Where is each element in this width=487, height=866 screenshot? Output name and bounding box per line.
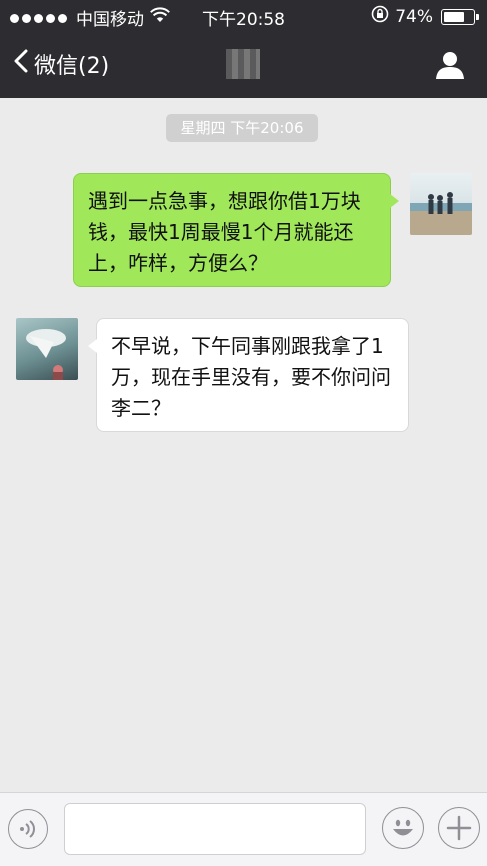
back-button[interactable]: 微信(2): [14, 48, 109, 80]
back-label: 微信(2): [34, 54, 110, 79]
message-input[interactable]: [64, 803, 366, 855]
outgoing-message[interactable]: 遇到一点急事，想跟你借1万块钱，最快1周最慢1个月就能还上，咋样，方便么？: [73, 173, 399, 287]
battery-percent: 74%: [395, 6, 433, 27]
contact-profile-button[interactable]: [435, 50, 465, 84]
contact-avatar[interactable]: [16, 318, 78, 380]
voice-icon: [20, 820, 35, 838]
status-right: 74%: [371, 5, 479, 28]
battery-icon: [441, 8, 479, 25]
status-bar: 中国移动 下午20:58 74%: [0, 0, 487, 34]
voice-button[interactable]: [8, 809, 48, 849]
incoming-message[interactable]: 不早说，下午同事刚跟我拿了1万，现在手里没有，要不你问问李二？: [88, 318, 409, 432]
top-bar: 中国移动 下午20:58 74% 微信(2): [0, 0, 487, 98]
emoji-icon: [393, 819, 413, 836]
contact-name-pixelated: [226, 49, 260, 79]
nav-bar: 微信(2): [0, 34, 487, 98]
my-avatar[interactable]: [410, 173, 472, 235]
chevron-left-icon: [14, 49, 34, 79]
person-icon: [436, 52, 464, 79]
chat-timestamp: 星期四 下午20:06: [166, 114, 318, 142]
emoji-button[interactable]: [382, 807, 424, 849]
input-bar: [0, 792, 487, 866]
rotation-lock-icon: [371, 5, 389, 28]
more-button[interactable]: [438, 807, 480, 849]
plus-icon: [446, 815, 472, 841]
